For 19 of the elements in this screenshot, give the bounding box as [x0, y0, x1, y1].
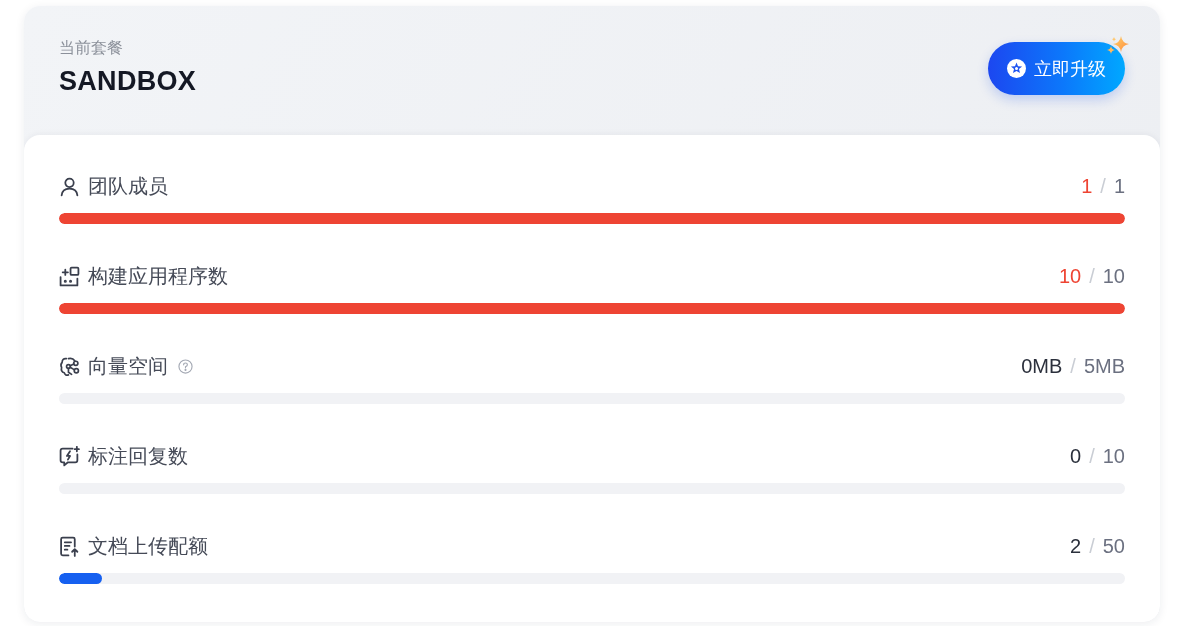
usage-label: 文档上传配额 [88, 534, 208, 558]
upgrade-button[interactable]: 立即升级 [988, 42, 1125, 95]
usage-reading: 2 / 50 [1070, 534, 1125, 558]
comment-bolt-icon [59, 445, 80, 467]
usage-label: 向量空间 [88, 354, 168, 378]
usage-reading: 0MB / 5MB [1021, 354, 1125, 378]
usage-reading: 0 / 10 [1070, 444, 1125, 468]
usage-label: 构建应用程序数 [88, 264, 228, 288]
apps-icon [59, 265, 80, 287]
usage-reading: 1 / 1 [1081, 174, 1125, 198]
usage-label: 标注回复数 [88, 444, 188, 468]
help-icon[interactable] [178, 358, 193, 374]
person-icon [59, 175, 80, 197]
plan-caption: 当前套餐 [59, 37, 124, 58]
network-icon [59, 355, 80, 377]
usage-label: 团队成员 [88, 174, 168, 198]
document-upload-icon [59, 535, 80, 557]
usage-reading: 10 / 10 [1058, 264, 1125, 288]
plan-name: SANDBOX [59, 64, 197, 97]
